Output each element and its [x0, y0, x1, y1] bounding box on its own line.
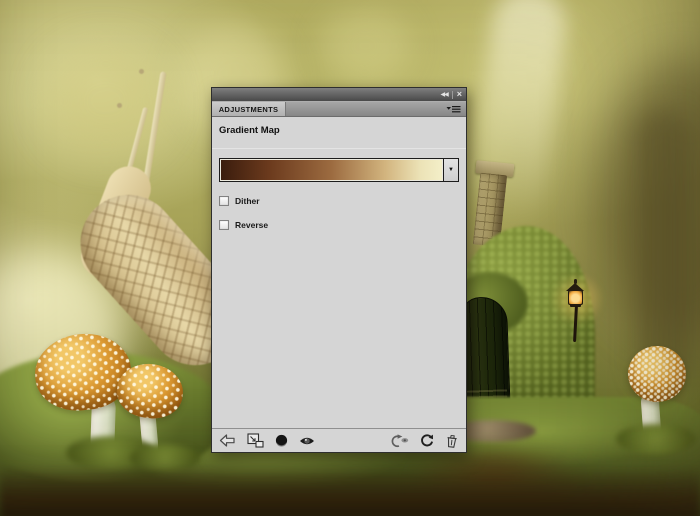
- titlebar-divider: [452, 91, 453, 99]
- gradient-dropdown-button[interactable]: ▼: [443, 159, 458, 181]
- clip-to-layer-icon: [247, 433, 264, 448]
- reset-to-defaults-button[interactable]: [420, 434, 434, 448]
- dither-checkbox[interactable]: [219, 196, 229, 206]
- previous-state-icon: [389, 434, 409, 448]
- reverse-checkbox[interactable]: [219, 220, 229, 230]
- dither-label: Dither: [235, 196, 260, 206]
- reset-icon: [420, 434, 434, 448]
- adjustment-title: Gradient Map: [219, 125, 459, 136]
- panel-titlebar[interactable]: ◀◀ ×: [212, 88, 466, 101]
- chevron-down-icon: ▼: [448, 167, 454, 173]
- foreground-blur: [0, 466, 700, 516]
- snail-tentacle-tip: [139, 69, 144, 74]
- panel-tab-row: ADJUSTMENTS: [212, 101, 466, 117]
- clip-to-layer-button[interactable]: [247, 433, 264, 448]
- reverse-label: Reverse: [235, 220, 268, 230]
- content-spacer: [219, 230, 459, 428]
- tab-adjustments[interactable]: ADJUSTMENTS: [212, 102, 286, 116]
- black-sphere-icon: [275, 434, 288, 448]
- adjustments-panel: ◀◀ × ADJUSTMENTS Gradient Map ▼: [211, 87, 467, 453]
- panel-menu-button[interactable]: [441, 102, 466, 116]
- arrow-left-icon: [219, 434, 236, 447]
- gradient-swatch[interactable]: [220, 159, 443, 181]
- tab-row-spacer: [286, 102, 441, 116]
- reverse-option: Reverse: [219, 220, 459, 230]
- gradient-picker[interactable]: ▼: [219, 158, 459, 182]
- lantern-lamp: [568, 290, 583, 305]
- toggle-layer-visibility-button[interactable]: [299, 436, 315, 446]
- collapse-to-icons-icon[interactable]: ◀◀: [441, 92, 448, 98]
- trash-icon: [444, 433, 459, 448]
- panel-footer-toolbar: [212, 428, 466, 452]
- adjustment-sphere-button[interactable]: [275, 434, 288, 448]
- tab-label: ADJUSTMENTS: [219, 105, 279, 114]
- delete-adjustment-button[interactable]: [445, 434, 459, 448]
- screenshot-root: ◀◀ × ADJUSTMENTS Gradient Map ▼: [0, 0, 700, 516]
- moss-tuft: [616, 424, 696, 454]
- close-icon[interactable]: ×: [457, 90, 462, 99]
- return-to-adjustment-list-button[interactable]: [219, 434, 236, 447]
- eye-icon: [299, 436, 315, 446]
- view-previous-state-button[interactable]: [389, 434, 409, 448]
- lantern-finial: [574, 279, 577, 284]
- panel-content: Gradient Map ▼ Dither Reverse: [212, 117, 466, 428]
- separator: [212, 148, 466, 149]
- snail-tentacle-tip: [117, 103, 122, 108]
- dither-option: Dither: [219, 196, 459, 206]
- panel-menu-icon: [446, 105, 461, 114]
